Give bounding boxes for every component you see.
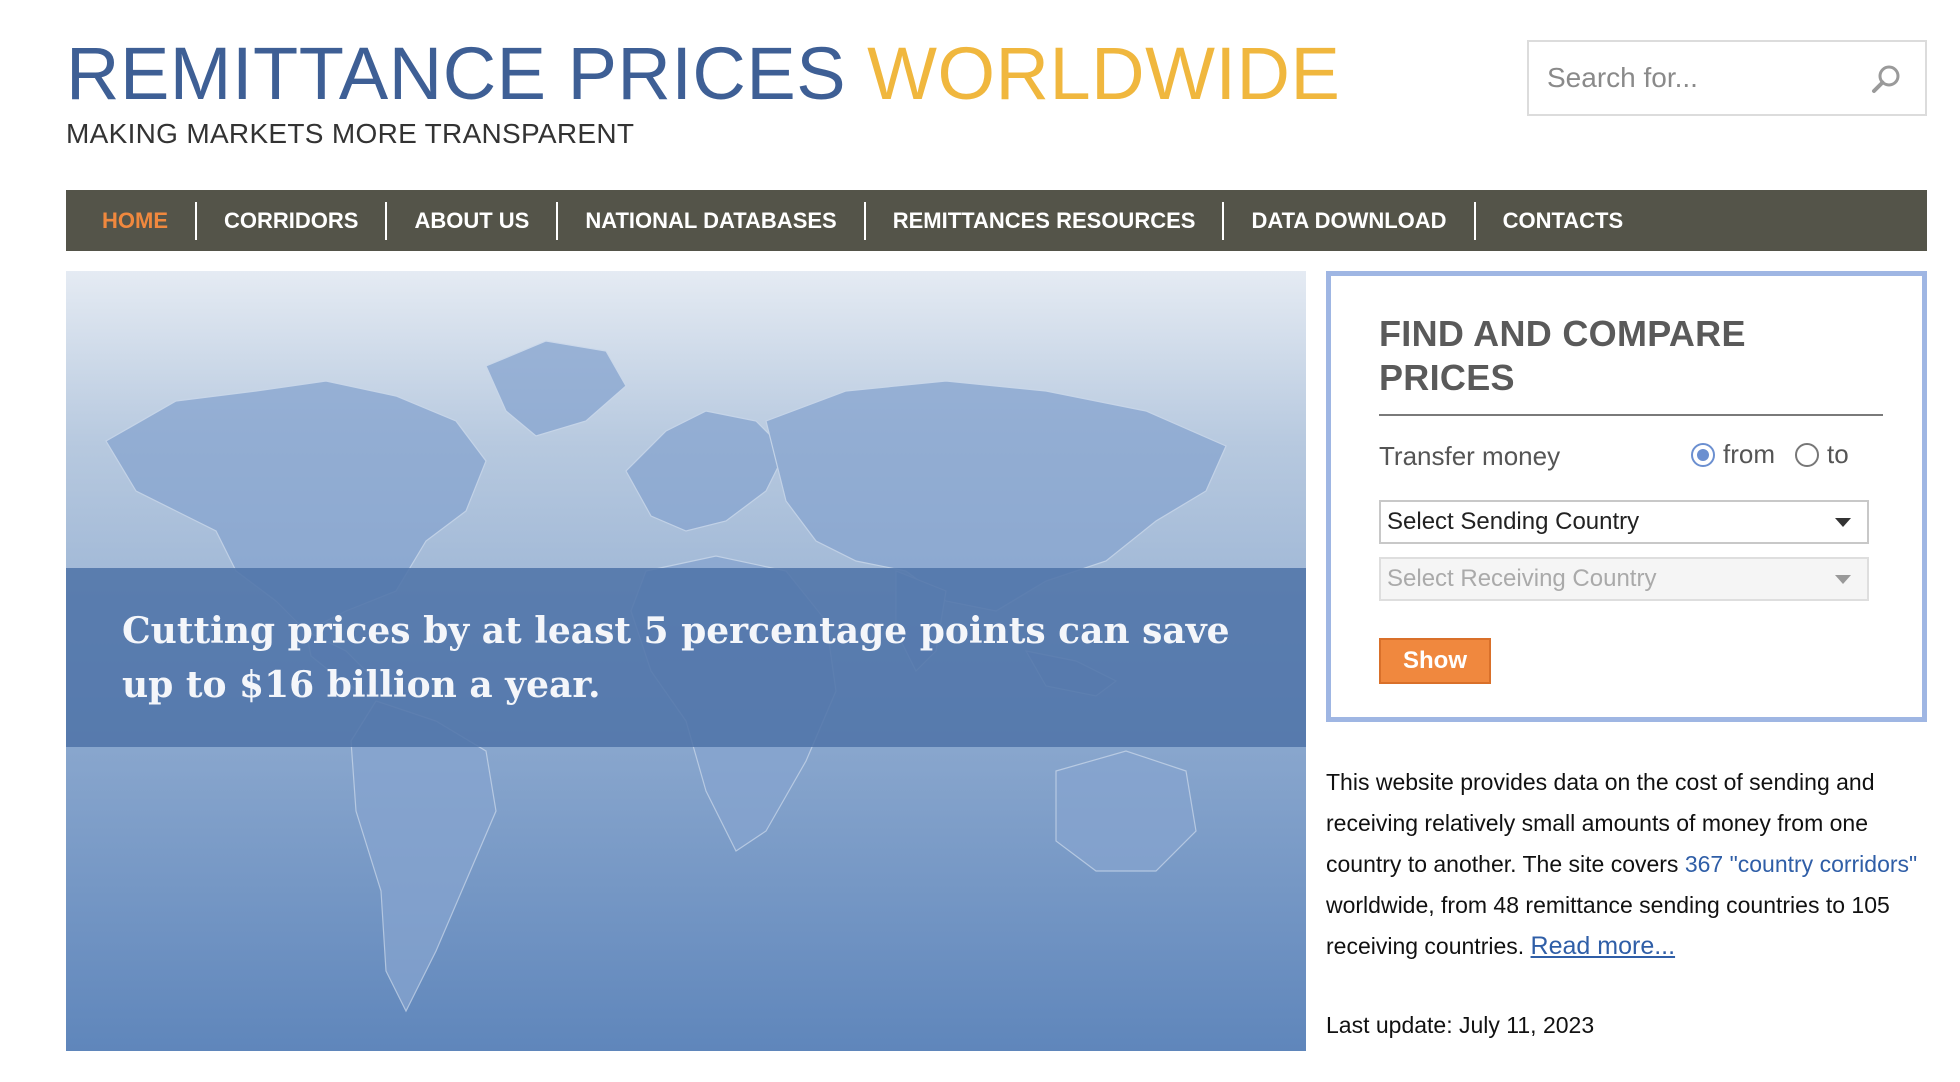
corridors-link[interactable]: 367 "country corridors" <box>1685 851 1917 877</box>
find-compare-panel: FIND AND COMPARE PRICES Transfer money f… <box>1326 271 1927 722</box>
chevron-down-icon <box>1835 518 1851 527</box>
chevron-down-icon <box>1835 575 1851 584</box>
nav-about-us[interactable]: ABOUT US <box>387 190 556 251</box>
nav-data-download[interactable]: DATA DOWNLOAD <box>1224 190 1473 251</box>
last-update: Last update: July 11, 2023 <box>1326 1012 1595 1038</box>
receiving-country-value: Select Receiving Country <box>1387 565 1657 592</box>
panel-title-line1: FIND AND COMPARE <box>1379 313 1746 354</box>
search-box <box>1527 40 1927 116</box>
nav-national-databases[interactable]: NATIONAL DATABASES <box>558 190 863 251</box>
tagline: MAKING MARKETS MORE TRANSPARENT <box>66 118 635 149</box>
radio-to-label[interactable]: to <box>1827 439 1849 470</box>
panel-divider <box>1379 414 1883 416</box>
nav-corridors[interactable]: CORRIDORS <box>197 190 385 251</box>
site-description: This website provides data on the cost o… <box>1326 762 1926 967</box>
hero-caption: Cutting prices by at least 5 percentage … <box>122 610 1230 706</box>
sending-country-value: Select Sending Country <box>1387 508 1640 535</box>
search-icon[interactable] <box>1869 62 1905 98</box>
radio-to[interactable] <box>1795 442 1819 467</box>
nav-remittances-resources[interactable]: REMITTANCES RESOURCES <box>866 190 1223 251</box>
site-title[interactable]: REMITTANCE PRICES WORLDWIDE <box>66 32 1340 116</box>
nav-home[interactable]: HOME <box>66 190 195 251</box>
nav-contacts[interactable]: CONTACTS <box>1476 190 1651 251</box>
panel-title: FIND AND COMPARE PRICES <box>1379 312 1746 400</box>
site-title-part1: REMITTANCE PRICES <box>66 32 847 115</box>
site-title-part2: WORLDWIDE <box>867 32 1341 115</box>
main-nav: HOME CORRIDORS ABOUT US NATIONAL DATABAS… <box>66 190 1927 251</box>
direction-radio-group: from to <box>1691 439 1869 470</box>
read-more-link[interactable]: Read more... <box>1531 932 1676 960</box>
show-button[interactable]: Show <box>1379 638 1491 684</box>
radio-from[interactable] <box>1691 442 1715 467</box>
receiving-country-select[interactable]: Select Receiving Country <box>1379 557 1869 601</box>
panel-title-line2: PRICES <box>1379 357 1515 398</box>
hero-banner: Cutting prices by at least 5 percentage … <box>66 271 1306 1051</box>
transfer-money-label: Transfer money <box>1379 441 1561 471</box>
hero-caption-band: Cutting prices by at least 5 percentage … <box>66 568 1306 747</box>
radio-from-label[interactable]: from <box>1723 439 1775 470</box>
search-input[interactable] <box>1547 58 1867 98</box>
sending-country-select[interactable]: Select Sending Country <box>1379 500 1869 544</box>
